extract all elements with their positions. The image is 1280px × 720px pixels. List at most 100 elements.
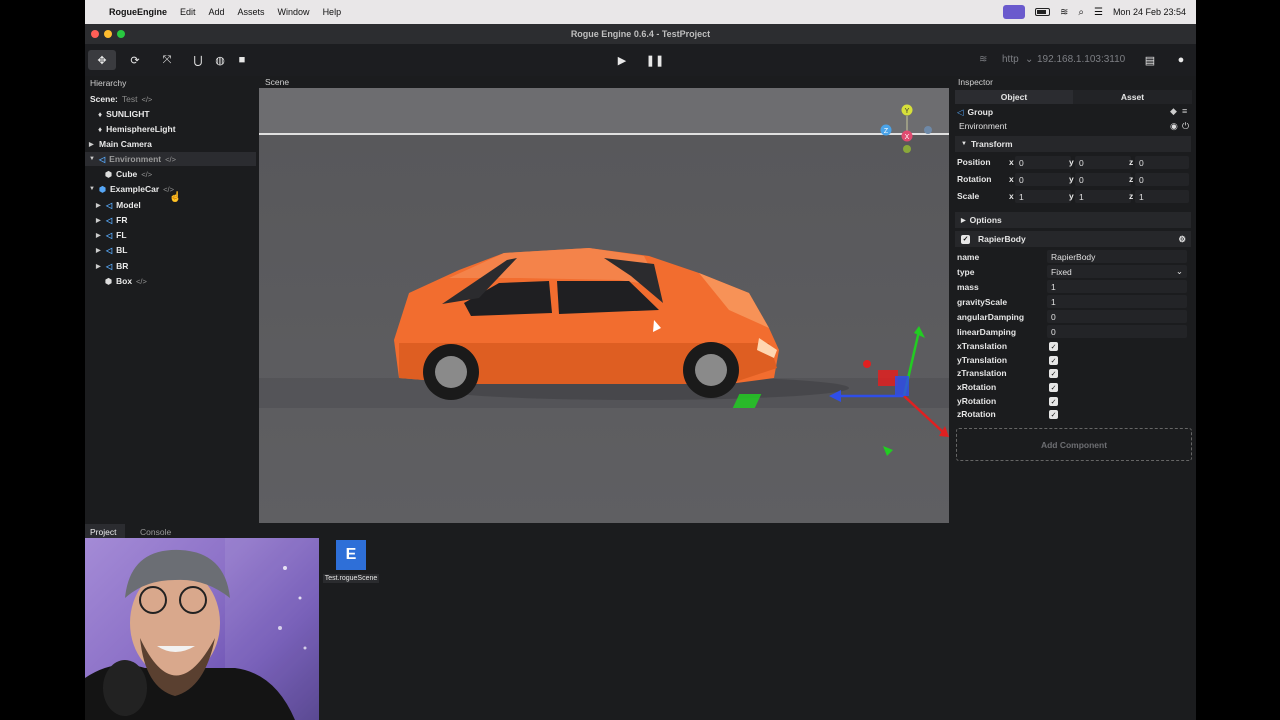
y-rotation-checkbox[interactable]: ✓: [1049, 397, 1058, 406]
y-axis-label: y: [1069, 174, 1074, 184]
expand-arrow-icon[interactable]: ▶: [96, 263, 102, 270]
hierarchy-item-box[interactable]: ⬢ Box </>: [105, 274, 147, 288]
eye-icon[interactable]: ◉: [1170, 121, 1178, 132]
position-x-input[interactable]: 0: [1015, 156, 1071, 169]
screen-share-icon[interactable]: [1002, 5, 1025, 19]
code-icon[interactable]: </>: [141, 170, 152, 179]
x-translation-checkbox[interactable]: ✓: [1049, 342, 1058, 351]
menu-add[interactable]: Add: [209, 7, 225, 17]
scale-y-input[interactable]: 1: [1075, 190, 1131, 203]
hierarchy-item-sunlight[interactable]: ♦ SUNLIGHT: [98, 107, 150, 121]
code-icon[interactable]: </>: [165, 155, 176, 164]
tag-icon[interactable]: ◆: [1170, 106, 1177, 117]
subtab-object[interactable]: Object: [955, 90, 1073, 104]
protocol-select[interactable]: http: [1002, 54, 1019, 65]
scene-name[interactable]: Test: [122, 94, 138, 104]
hierarchy-item-environment[interactable]: ▼ ◁ Environment </>: [85, 152, 256, 166]
control-center-icon[interactable]: ☰: [1094, 7, 1103, 18]
search-icon[interactable]: ⌕: [1078, 7, 1084, 18]
tab-inspector[interactable]: Inspector: [958, 77, 993, 87]
x-axis-label: x: [1009, 191, 1014, 201]
scene-viewport[interactable]: Y Z X: [259, 88, 949, 523]
power-icon[interactable]: ⏻: [1182, 121, 1189, 132]
group-icon: ◁: [106, 230, 113, 240]
project-file-test-scene[interactable]: E Test.rogueScene: [322, 540, 380, 588]
scale-x-input[interactable]: 1: [1015, 190, 1071, 203]
expand-arrow-icon[interactable]: ▶: [96, 202, 102, 209]
menu-app-name[interactable]: RogueEngine: [109, 7, 167, 17]
rapierbody-header[interactable]: ✓ RapierBody ⚙: [955, 231, 1191, 247]
prop-label: xRotation: [957, 382, 997, 392]
menu-assets[interactable]: Assets: [238, 7, 265, 17]
hierarchy-item-hemisphere-light[interactable]: ♦ HemisphereLight: [98, 122, 176, 136]
rotation-y-input[interactable]: 0: [1075, 173, 1131, 186]
y-translation-checkbox[interactable]: ✓: [1049, 356, 1058, 365]
rotate-tool-icon[interactable]: ⟳: [121, 50, 149, 70]
add-component-button[interactable]: Add Component: [956, 428, 1192, 461]
tab-hierarchy[interactable]: Hierarchy: [90, 78, 126, 88]
rotation-z-input[interactable]: 0: [1135, 173, 1189, 186]
options-header[interactable]: ▶ Options: [955, 212, 1191, 228]
hierarchy-item-cube[interactable]: ⬢ Cube </>: [105, 167, 152, 181]
hierarchy-item-model[interactable]: ▶ ◁ Model: [96, 198, 141, 212]
store-icon[interactable]: ▤: [1136, 50, 1164, 70]
prop-name-input[interactable]: RapierBody: [1047, 250, 1187, 263]
scale-tool-icon[interactable]: ⤧: [153, 50, 181, 70]
tab-scene[interactable]: Scene: [265, 77, 289, 87]
collapse-arrow-icon[interactable]: ▼: [89, 186, 95, 192]
camera-tool-icon[interactable]: ■: [228, 50, 256, 70]
clock[interactable]: Mon 24 Feb 23:54: [1113, 7, 1186, 17]
position-z-input[interactable]: 0: [1135, 156, 1189, 169]
account-icon[interactable]: ●: [1167, 50, 1195, 70]
x-rotation-checkbox[interactable]: ✓: [1049, 383, 1058, 392]
collapse-arrow-icon[interactable]: ▼: [89, 156, 95, 162]
layers-icon[interactable]: ≡: [1182, 106, 1187, 116]
hierarchy-item-main-camera[interactable]: ▶ Main Camera: [89, 137, 152, 151]
prop-mass-input[interactable]: 1: [1047, 280, 1187, 293]
expand-arrow-icon[interactable]: ▶: [96, 232, 102, 239]
prop-gravity-scale-input[interactable]: 1: [1047, 295, 1187, 308]
hierarchy-item-br[interactable]: ▶ ◁ BR: [96, 259, 128, 273]
prop-row-x-rotation: xRotation: [957, 380, 996, 394]
scale-z-input[interactable]: 1: [1135, 190, 1189, 203]
expand-arrow-icon[interactable]: ▶: [89, 141, 95, 148]
expand-arrow-icon[interactable]: ▶: [96, 217, 102, 224]
hierarchy-item-bl[interactable]: ▶ ◁ BL: [96, 243, 128, 257]
menu-edit[interactable]: Edit: [180, 7, 196, 17]
transform-header[interactable]: ▼ Transform: [955, 136, 1191, 152]
code-icon[interactable]: </>: [136, 277, 147, 286]
menu-window[interactable]: Window: [278, 7, 310, 17]
minimize-window-button[interactable]: [104, 30, 112, 38]
battery-icon[interactable]: [1034, 8, 1050, 16]
wifi-icon[interactable]: ≋: [1060, 7, 1068, 18]
hierarchy-item-fr[interactable]: ▶ ◁ FR: [96, 213, 128, 227]
hierarchy-item-label: HemisphereLight: [106, 124, 176, 134]
z-rotation-checkbox[interactable]: ✓: [1049, 410, 1058, 419]
transform-label: Rotation: [957, 174, 992, 184]
close-window-button[interactable]: [91, 30, 99, 38]
move-tool-icon[interactable]: ✥: [88, 50, 116, 70]
pause-button[interactable]: ❚❚: [641, 50, 669, 70]
code-icon[interactable]: </>: [141, 95, 152, 104]
subtab-asset[interactable]: Asset: [1073, 90, 1192, 104]
ip-address[interactable]: 192.168.1.103:3110: [1037, 54, 1125, 65]
menu-help[interactable]: Help: [323, 7, 342, 17]
object-name-field[interactable]: Environment: [955, 119, 1167, 132]
tab-console[interactable]: Console: [140, 527, 171, 537]
rotation-x-input[interactable]: 0: [1015, 173, 1071, 186]
z-translation-checkbox[interactable]: ✓: [1049, 369, 1058, 378]
play-button[interactable]: ▶: [608, 50, 636, 70]
expand-arrow-icon[interactable]: ▶: [96, 247, 102, 254]
prop-row-mass: mass: [957, 280, 979, 294]
prop-linear-damping-input[interactable]: 0: [1047, 325, 1187, 338]
prop-angular-damping-input[interactable]: 0: [1047, 310, 1187, 323]
gear-icon[interactable]: ⚙: [1178, 234, 1186, 245]
component-enabled-checkbox[interactable]: ✓: [961, 234, 970, 244]
hierarchy-item-example-car[interactable]: ▼ ⬢ ExampleCar </>: [89, 182, 174, 196]
tab-project[interactable]: Project: [90, 527, 116, 537]
zoom-window-button[interactable]: [117, 30, 125, 38]
position-y-input[interactable]: 0: [1075, 156, 1131, 169]
group-icon: ◁: [106, 245, 113, 255]
hierarchy-item-fl[interactable]: ▶ ◁ FL: [96, 228, 127, 242]
prop-type-select[interactable]: Fixed ⌄: [1047, 265, 1187, 278]
